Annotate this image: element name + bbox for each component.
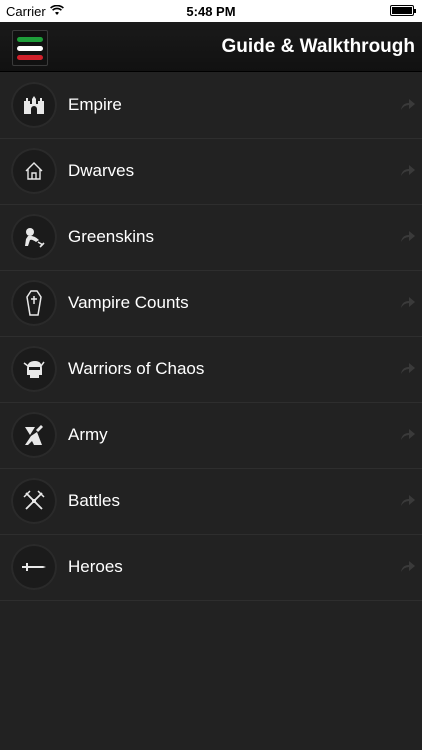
orc-icon <box>11 214 57 260</box>
menu-item-battles[interactable]: Battles <box>0 469 422 535</box>
forward-arrow-icon <box>398 161 416 179</box>
menu-item-label: Warriors of Chaos <box>68 359 205 378</box>
forward-arrow-icon <box>398 227 416 245</box>
menu-item-label: Heroes <box>68 557 123 576</box>
menu-item-army[interactable]: Army <box>0 403 422 469</box>
menu-item-dwarves[interactable]: Dwarves <box>0 139 422 205</box>
menu-list: Empire Dwarves Greenskins Vampire Counts <box>0 73 422 601</box>
forward-arrow-icon <box>398 359 416 377</box>
helmet-icon <box>11 346 57 392</box>
menu-item-warriors-of-chaos[interactable]: Warriors of Chaos <box>0 337 422 403</box>
house-icon <box>11 148 57 194</box>
forward-arrow-icon <box>398 491 416 509</box>
menu-item-label: Greenskins <box>68 227 154 246</box>
menu-bar-top <box>17 36 43 42</box>
menu-bar-middle <box>17 45 43 51</box>
nav-bar: Guide & Walkthrough <box>0 22 422 72</box>
menu-item-empire[interactable]: Empire <box>0 73 422 139</box>
menu-bar-bottom <box>17 54 43 60</box>
crossed-swords-icon <box>11 478 57 524</box>
menu-item-vampire-counts[interactable]: Vampire Counts <box>0 271 422 337</box>
soldier-icon <box>11 412 57 458</box>
forward-arrow-icon <box>398 425 416 443</box>
forward-arrow-icon <box>398 95 416 113</box>
coffin-icon <box>11 280 57 326</box>
forward-arrow-icon <box>398 293 416 311</box>
menu-item-label: Army <box>68 425 108 444</box>
menu-item-label: Dwarves <box>68 161 135 180</box>
menu-item-heroes[interactable]: Heroes <box>0 535 422 601</box>
sword-icon <box>11 544 57 590</box>
forward-arrow-icon <box>398 557 416 575</box>
battery-icon <box>390 5 416 16</box>
menu-item-label: Battles <box>68 491 120 510</box>
menu-item-label: Vampire Counts <box>68 293 189 312</box>
castle-icon <box>11 82 57 128</box>
menu-item-greenskins[interactable]: Greenskins <box>0 205 422 271</box>
menu-item-label: Empire <box>68 95 122 114</box>
status-bar: Carrier 5:48 PM <box>0 0 422 22</box>
status-time: 5:48 PM <box>186 4 236 19</box>
menu-button[interactable] <box>12 30 48 66</box>
page-title: Guide & Walkthrough <box>221 36 415 57</box>
